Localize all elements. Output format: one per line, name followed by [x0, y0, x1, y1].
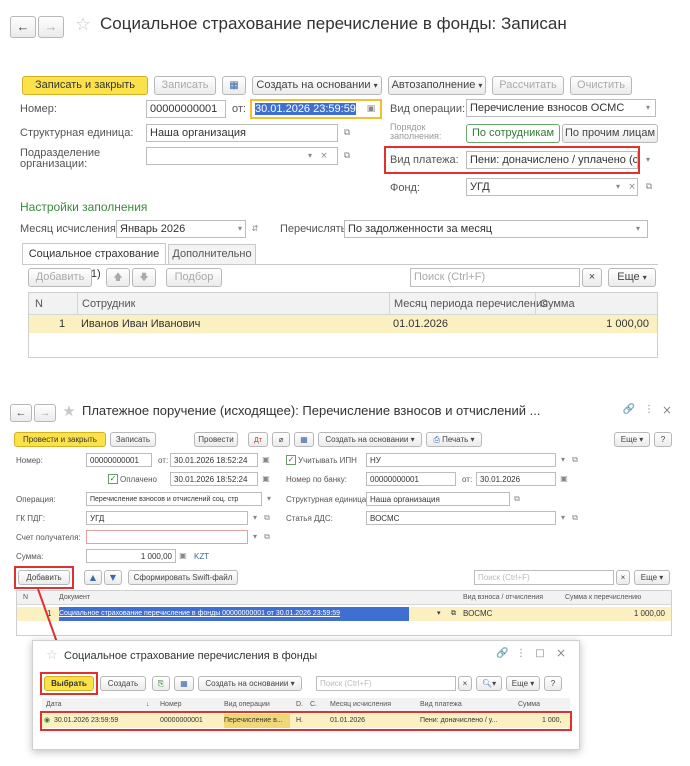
search-icon: 🔍︎ — [481, 679, 493, 688]
more-button[interactable]: Еще ▾ — [506, 676, 540, 691]
star-icon[interactable]: ☆ — [44, 648, 60, 663]
col-date: Дата — [46, 701, 62, 708]
row-sum: 1 000, — [542, 717, 562, 724]
row-month: 01.01.2026 — [330, 717, 366, 724]
copy-button[interactable]: ⎘ — [152, 676, 170, 691]
dialog-title: Социальное страхование перечисления в фо… — [64, 650, 318, 662]
dropdown-icon: ▾ — [290, 679, 295, 688]
close-icon[interactable]: × — [554, 646, 568, 660]
col-number: Номер — [160, 701, 182, 708]
col-month: Месяц исчисления — [330, 701, 391, 708]
help-button[interactable]: ? — [544, 676, 562, 691]
select-button[interactable]: Выбрать — [44, 676, 94, 691]
row-number: 00000000001 — [160, 717, 203, 724]
row-payment-type: Пени: доначислено / у... — [420, 717, 498, 724]
table-row[interactable]: ◉ 30.01.2026 23:59:59 00000000001 Перечи… — [42, 714, 570, 728]
table-header: Дата ↓ Номер Вид операции D. C. Месяц ис… — [42, 698, 570, 712]
row-d: Н. — [296, 717, 303, 724]
col-payment-type: Вид платежа — [420, 701, 462, 708]
structure-icon: ▦ — [180, 679, 188, 688]
sort-icon[interactable]: ↓ — [146, 698, 150, 712]
create-button[interactable]: Создать — [100, 676, 146, 691]
dropdown-icon: ▾ — [492, 679, 497, 688]
document-posted-icon: ◉ — [44, 717, 51, 724]
link-icon[interactable]: 🔗 — [496, 648, 508, 659]
col-d: D. — [296, 701, 303, 708]
dropdown-icon: ▾ — [530, 679, 535, 688]
clear-icon: × — [462, 679, 468, 688]
menu-icon[interactable]: ⋮ — [516, 648, 526, 659]
col-operation: Вид операции — [224, 701, 270, 708]
row-date: 30.01.2026 23:59:59 — [54, 717, 119, 724]
col-c: C. — [310, 701, 317, 708]
create-based-on-button[interactable]: Создать на основании ▾ — [198, 676, 302, 691]
search-button[interactable]: 🔍︎▾ — [476, 676, 502, 691]
row-operation: Перечисление в... — [224, 714, 290, 728]
maximize-icon[interactable]: □ — [534, 648, 546, 659]
structure-button[interactable]: ▦ — [174, 676, 194, 691]
search-clear-button[interactable]: × — [458, 676, 472, 691]
copy-icon: ⎘ — [157, 679, 165, 688]
col-sum: Сумма — [518, 701, 540, 708]
search-input[interactable]: Поиск (Ctrl+F) — [316, 676, 456, 691]
